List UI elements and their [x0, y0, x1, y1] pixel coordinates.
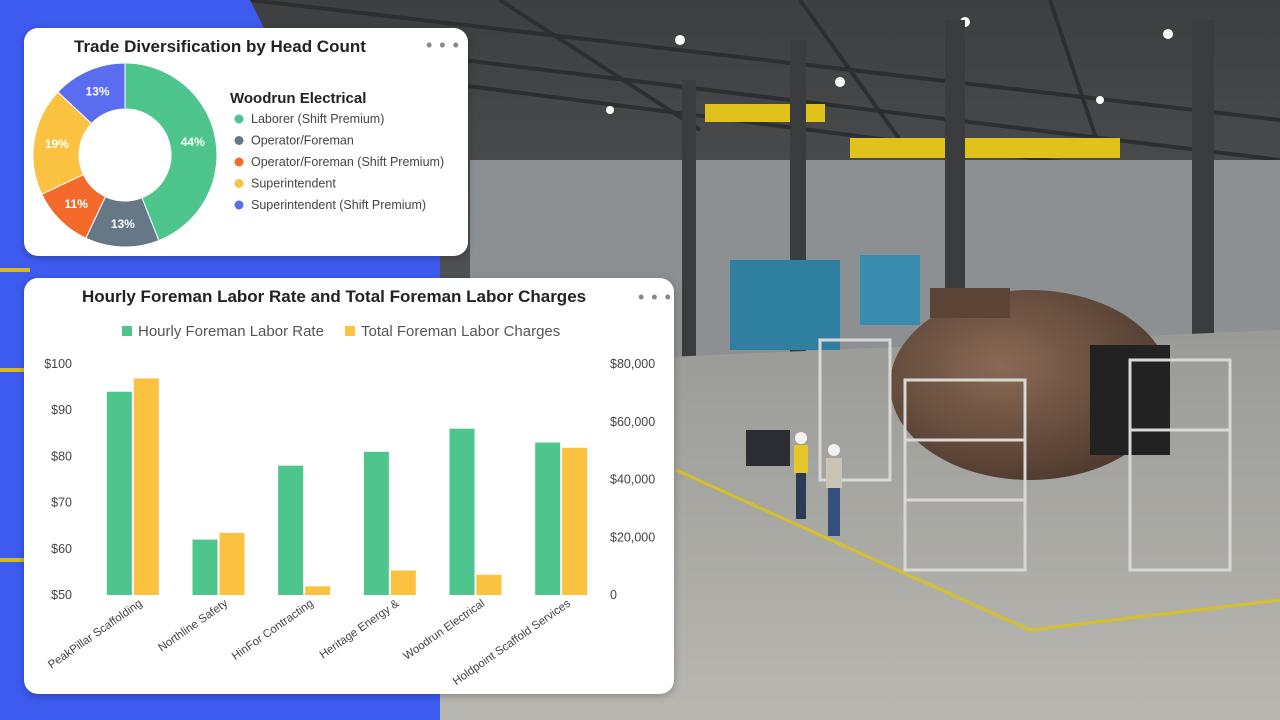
legend-swatch-1	[122, 326, 132, 336]
bar-total-charges	[562, 447, 588, 595]
x-category-label: Northline Safety	[156, 597, 230, 654]
donut-chart-title: Trade Diversification by Head Count	[74, 37, 366, 56]
bar-hourly-rate	[535, 442, 561, 595]
donut-legend: Woodrun Electrical Laborer (Shift Premium…	[230, 90, 444, 212]
bar-total-charges	[219, 532, 245, 595]
bar-total-charges	[133, 378, 159, 595]
donut-chart: 44% 13% 11% 19% 13% Woodrun Electrical Laborer…	[32, 62, 444, 248]
x-category-label: HinFor Contracting	[230, 598, 316, 663]
donut-slice-label-3: 11%	[65, 197, 89, 211]
donut-legend-title: Woodrun Electrical	[230, 90, 366, 107]
trade-diversification-card: 44% 13% 11% 19% 13% Woodrun Electrical Laborer…	[24, 28, 468, 256]
legend-marker-1	[234, 114, 244, 124]
y-right-tick-label: $20,000	[610, 530, 655, 544]
x-category-label: Woodrun Electrical	[401, 598, 487, 663]
bar-hourly-rate	[278, 465, 304, 595]
legend-label-1: Hourly Foreman Labor Rate	[138, 323, 324, 340]
labor-rate-card: Hourly Foreman Labor Rate Total Foreman L…	[24, 278, 674, 694]
bar-total-charges	[390, 570, 416, 595]
y-left-tick-label: $70	[51, 496, 72, 510]
y-left-tick-label: $60	[51, 542, 72, 556]
bar-hourly-rate	[106, 391, 132, 595]
x-category-label: PeakPillar Scaffolding	[46, 598, 144, 672]
y-left-tick-label: $90	[51, 403, 72, 417]
x-category-label: Heritage Energy &	[318, 597, 402, 661]
more-horizontal-icon[interactable]: • • •	[426, 36, 460, 54]
bar-hourly-rate	[449, 428, 475, 595]
y-right-tick-label: $60,000	[610, 415, 655, 429]
donut-slice-label-1: 44%	[181, 135, 205, 149]
bar-total-charges	[476, 574, 502, 595]
y-right-tick-label: $40,000	[610, 473, 655, 487]
bar-legend: Hourly Foreman Labor Rate Total Foreman L…	[122, 323, 560, 340]
y-left-tick-label: $50	[51, 588, 72, 602]
bar-hourly-rate	[192, 539, 218, 595]
legend-item-3: Operator/Foreman (Shift Premium)	[251, 155, 444, 169]
donut-slice-label-5: 13%	[86, 85, 110, 99]
legend-marker-5	[234, 200, 244, 210]
more-horizontal-icon[interactable]: • • •	[638, 288, 672, 306]
bar-chart-title: Hourly Foreman Labor Rate and Total Fore…	[82, 287, 587, 306]
bar-total-charges	[305, 586, 331, 595]
legend-item-1: Laborer (Shift Premium)	[251, 112, 384, 126]
y-right-tick-label: $80,000	[610, 357, 655, 371]
legend-label-2: Total Foreman Labor Charges	[361, 323, 560, 340]
donut-slice-label-4: 19%	[45, 137, 69, 151]
bar-chart: Hourly Foreman Labor Rate Total Foreman L…	[44, 323, 655, 688]
legend-marker-2	[234, 136, 244, 145]
legend-marker-3	[234, 157, 244, 167]
legend-item-4: Superintendent	[251, 177, 336, 191]
y-left-tick-label: $80	[51, 449, 72, 463]
legend-item-2: Operator/Foreman	[251, 134, 354, 148]
legend-swatch-2	[345, 326, 355, 336]
y-left-tick-label: $100	[44, 357, 72, 371]
legend-item-5: Superintendent (Shift Premium)	[251, 198, 426, 212]
legend-marker-4	[234, 179, 244, 188]
bar-hourly-rate	[363, 451, 389, 595]
y-right-tick-label: 0	[610, 588, 617, 602]
donut-slice-label-2: 13%	[111, 217, 135, 231]
